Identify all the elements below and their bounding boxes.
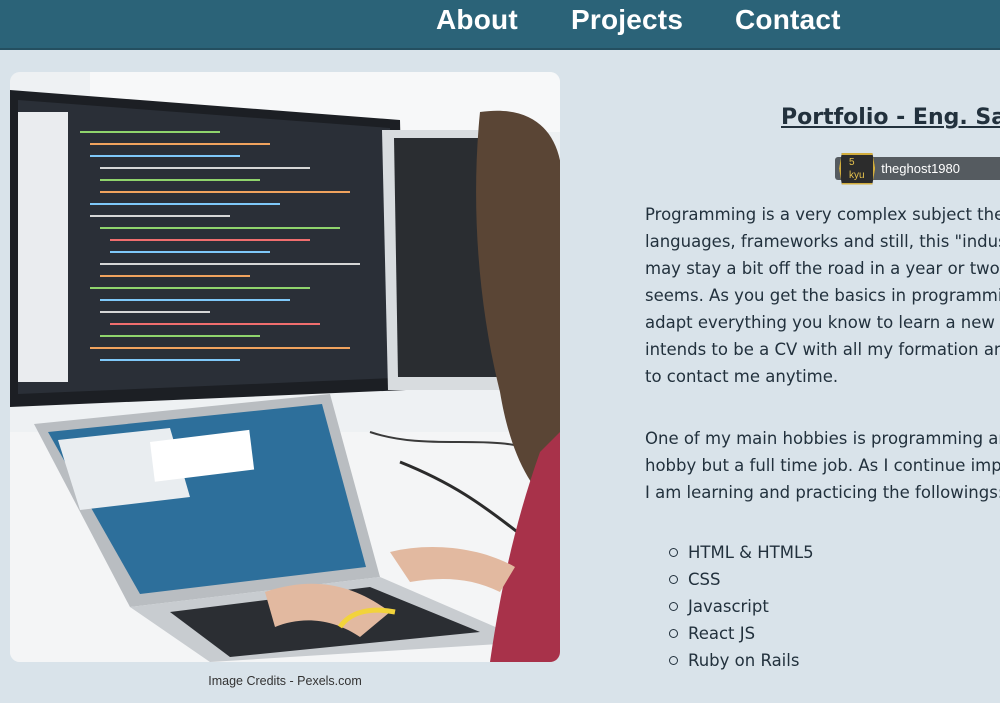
page-title: Portfolio - Eng. Satu [781,105,1000,130]
rank-label: 5 kyu [839,152,876,185]
text-line: adapt everything you know to learn a new… [645,313,1000,332]
username-label: theghost1980 [881,161,960,176]
nav-link-projects[interactable]: Projects [571,4,683,36]
text-line: hobby but a full time job. As I continue… [645,456,1000,475]
hero-photo [10,72,560,662]
skill-item: HTML & HTML5 [668,539,814,566]
text-line: may stay a bit off the road in a year or… [645,259,1000,278]
top-navigation: About Projects Contact [0,0,1000,50]
text-line: intends to be a CV with all my formation… [645,340,1000,359]
text-line: I am learning and practicing the followi… [645,483,1000,502]
skill-item: Javascript [668,593,814,620]
skill-item: Ruby on Rails [668,647,814,674]
skill-item: React JS [668,620,814,647]
nav-link-about[interactable]: About [436,4,518,36]
hobbies-paragraph: One of my main hobbies is programming an… [645,425,1000,506]
nav-link-contact[interactable]: Contact [735,4,841,36]
codewars-badge[interactable]: 5 kyu theghost1980 [835,152,1000,185]
text-line: One of my main hobbies is programming an [645,429,1000,448]
intro-paragraph: Programming is a very complex subject th… [645,201,1000,390]
text-line: languages, frameworks and still, this "i… [645,232,1000,251]
text-line: Programming is a very complex subject th… [645,205,1000,224]
text-line: seems. As you get the basics in programm… [645,286,1000,305]
text-line: to contact me anytime. [645,367,839,386]
skills-list: HTML & HTML5 CSS Javascript React JS Rub… [668,539,814,674]
image-credits: Image Credits - Pexels.com [208,674,362,688]
skill-item: CSS [668,566,814,593]
